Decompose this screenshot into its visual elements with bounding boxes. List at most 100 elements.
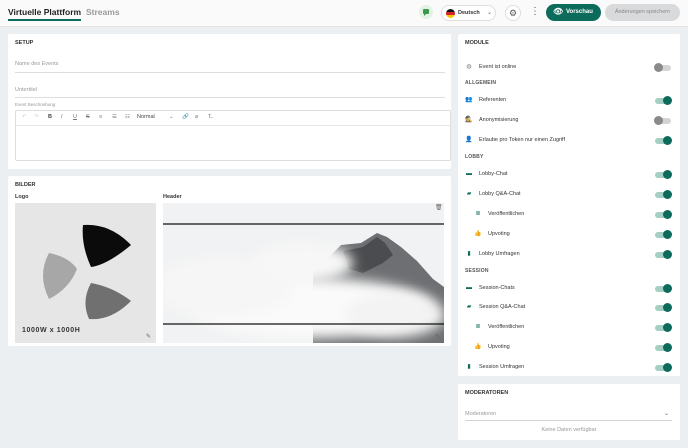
undo-icon[interactable]: ↶: [22, 114, 27, 120]
images-card: BILDER Logo Header 1000W x 1000H ✎ 🗑 ✎: [8, 176, 451, 346]
toggle-knob: [663, 190, 672, 199]
forum-icon: ▰: [466, 191, 472, 197]
moderators-select[interactable]: Moderatoren: [465, 411, 496, 417]
module-toggle[interactable]: [655, 284, 672, 293]
redo-icon[interactable]: ↷: [34, 114, 39, 120]
preview-button[interactable]: 👁 Vorschau: [546, 4, 601, 21]
toggle-knob: [663, 343, 672, 352]
header-upload[interactable]: 🗑 ✎: [163, 203, 444, 343]
poll-icon: ▮: [467, 364, 471, 370]
module-section-session: SESSION: [465, 268, 489, 274]
chat-icon: ▬: [466, 171, 472, 177]
module-section-allgemein: ALLGEMEIN: [465, 80, 497, 86]
module-toggle[interactable]: [655, 303, 672, 312]
header-mountain-image: [163, 203, 444, 343]
toggle-knob: [663, 136, 672, 145]
module-toggle[interactable]: [654, 116, 671, 125]
language-label: Deutsch: [458, 10, 480, 16]
module-toggle[interactable]: [655, 230, 672, 239]
module-label: Veröffentlichen: [488, 211, 525, 217]
logo-label: Logo: [15, 194, 29, 200]
moderators-card: MODERATOREN Moderatoren ⌄ Keine Daten ve…: [458, 384, 680, 440]
subtitle-underline: [15, 97, 445, 98]
tab-virtual-platform[interactable]: Virtuelle Plattform: [8, 7, 82, 21]
edit-logo-icon[interactable]: ✎: [146, 333, 151, 340]
module-label: Referenten: [479, 97, 507, 103]
toggle-knob: [663, 210, 672, 219]
toggle-knob: [654, 116, 663, 125]
thumb-up-icon: 👍: [474, 344, 482, 350]
publish-icon: ≣: [475, 324, 481, 330]
module-toggle[interactable]: [654, 63, 671, 72]
forum-icon: ▰: [466, 304, 472, 310]
tab-streams[interactable]: Streams: [86, 7, 120, 17]
underline-icon[interactable]: U: [73, 114, 77, 120]
toggle-knob: [663, 96, 672, 105]
module-label: Anonymisierung: [479, 117, 519, 123]
ordered-list-icon[interactable]: ☰: [112, 114, 117, 120]
module-toggle[interactable]: [655, 363, 672, 372]
toggle-knob: [663, 303, 672, 312]
module-label: Event ist online: [479, 64, 517, 70]
editor-toolbar: ↶ ↷ B I U S ≡ ☰ ☷ Normal ⌄ 🔗 ⌀ T̶: [16, 111, 450, 126]
more-menu-icon[interactable]: ⋮: [530, 6, 540, 18]
person-add-icon: 👤: [465, 137, 473, 143]
event-name-input[interactable]: Name des Events: [15, 61, 58, 67]
chevron-down-icon: ⌄: [169, 114, 174, 120]
top-bar: Virtuelle Plattform Streams Deutsch ⌄ ⚙ …: [0, 0, 688, 27]
language-select[interactable]: Deutsch ⌄: [441, 5, 496, 21]
setup-card: SETUP Name des Events Untertitel Event B…: [8, 34, 451, 169]
module-toggle[interactable]: [655, 96, 672, 105]
description-label: Event Beschreibung: [15, 102, 56, 107]
format-select[interactable]: Normal: [137, 114, 155, 120]
header-label: Header: [163, 194, 182, 200]
subtitle-input[interactable]: Untertitel: [15, 87, 37, 93]
attachment-icon[interactable]: ⌀: [195, 114, 198, 120]
eye-icon: 👁: [553, 7, 564, 16]
module-label: Session-Chats: [479, 285, 515, 291]
module-toggle[interactable]: [655, 190, 672, 199]
edit-header-icon[interactable]: ✎: [435, 333, 440, 340]
module-toggle[interactable]: [655, 170, 672, 179]
module-toggle[interactable]: [655, 136, 672, 145]
strikethrough-icon[interactable]: S: [86, 114, 90, 120]
thumb-up-icon: 👍: [474, 231, 482, 237]
chat-status-icon[interactable]: [419, 5, 433, 19]
images-title: BILDER: [15, 182, 36, 188]
people-icon: 👥: [465, 97, 473, 103]
toggle-knob: [663, 230, 672, 239]
description-editor[interactable]: ↶ ↷ B I U S ≡ ☰ ☷ Normal ⌄ 🔗 ⌀ T̶: [15, 110, 451, 161]
clear-format-icon[interactable]: T̶: [208, 114, 211, 120]
toggle-knob: [663, 323, 672, 332]
toggle-knob: [663, 170, 672, 179]
link-icon[interactable]: 🔗: [182, 114, 189, 120]
module-toggle[interactable]: [655, 323, 672, 332]
delete-header-icon[interactable]: 🗑: [435, 204, 443, 211]
toggle-knob: [663, 284, 672, 293]
chevron-down-icon[interactable]: ⌄: [664, 410, 669, 417]
event-name-underline: [15, 72, 445, 73]
module-toggle[interactable]: [655, 210, 672, 219]
save-changes-button[interactable]: Änderungen speichern: [605, 4, 680, 21]
publish-icon: ≣: [475, 211, 481, 217]
module-label: Lobby Umfragen: [479, 251, 520, 257]
module-label: Veröffentlichen: [488, 324, 525, 330]
align-icon[interactable]: ≡: [99, 114, 102, 120]
preview-label: Vorschau: [566, 9, 593, 15]
module-toggle[interactable]: [655, 250, 672, 259]
bold-icon[interactable]: B: [48, 114, 52, 120]
bullet-list-icon[interactable]: ☷: [125, 114, 130, 120]
german-flag-icon: [446, 9, 455, 18]
logo-upload[interactable]: 1000W x 1000H ✎: [15, 203, 156, 343]
toggle-knob: [663, 363, 672, 372]
module-label: Lobby Q&A-Chat: [479, 191, 521, 197]
module-section-lobby: LOBBY: [465, 154, 484, 160]
moderators-select-underline: [465, 420, 672, 421]
module-label: Lobby-Chat: [479, 171, 508, 177]
module-toggle[interactable]: [655, 343, 672, 352]
module-label: Upvoting: [488, 231, 510, 237]
module-card: MODULE ◍ Event ist online ALLGEMEIN 👥 Refere…: [458, 34, 680, 376]
gear-icon[interactable]: ⚙: [505, 5, 521, 21]
poll-icon: ▮: [467, 251, 471, 257]
italic-icon[interactable]: I: [61, 114, 63, 120]
